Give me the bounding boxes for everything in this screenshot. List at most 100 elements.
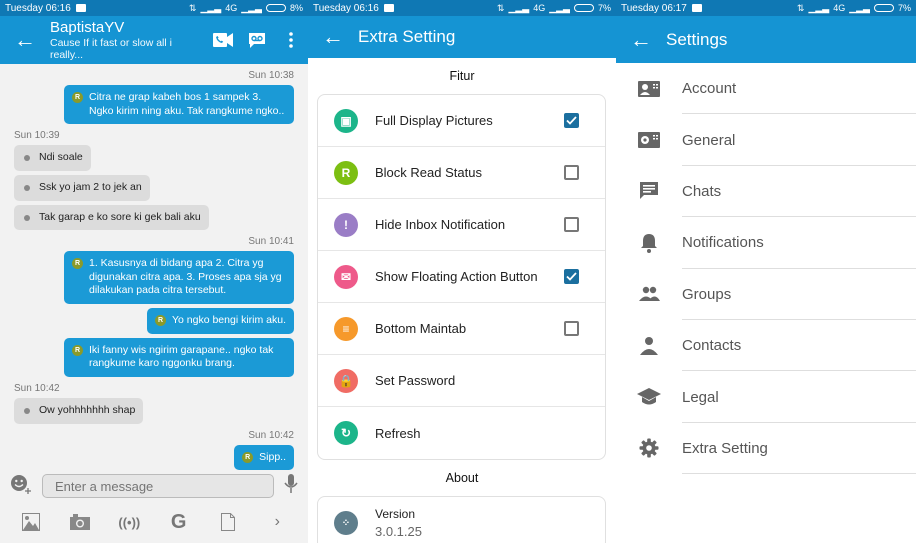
arrow-left-icon[interactable]: ← bbox=[308, 24, 358, 50]
google-icon[interactable]: G bbox=[167, 510, 191, 534]
emoji-add-icon[interactable] bbox=[10, 474, 32, 499]
message-notification-icon bbox=[383, 4, 394, 12]
camera-icon[interactable] bbox=[68, 510, 92, 534]
message-timestamp: Sun 10:42 bbox=[14, 383, 60, 395]
extra-setting-content: Fitur ▣ Full Display Pictures R Block Read … bbox=[308, 58, 616, 543]
setting-row-set-password[interactable]: 🔒 Set Password bbox=[318, 355, 605, 407]
message-text: Citra ne grap kabeh bos 1 sampek 3. Ngko… bbox=[89, 91, 285, 117]
outgoing-message[interactable]: R Iki fanny wis ngirim garapane.. ngko ta… bbox=[64, 337, 294, 378]
more-vert-icon[interactable] bbox=[274, 32, 308, 48]
legal-icon bbox=[616, 388, 682, 406]
incoming-message[interactable]: Ndi soale bbox=[14, 145, 91, 171]
settings-item-account[interactable]: Account bbox=[616, 63, 916, 115]
incoming-message[interactable]: Ow yohhhhhhh shap bbox=[14, 398, 144, 424]
checkbox[interactable] bbox=[564, 113, 579, 128]
checkbox[interactable] bbox=[564, 321, 579, 336]
contact-info[interactable]: BaptistaYV Cause If it fast or slow all … bbox=[50, 19, 206, 60]
data-transfer-icon: ⇅ bbox=[496, 2, 505, 13]
message-text: Ow yohhhhhhh shap bbox=[39, 404, 136, 417]
message-text: Yo ngko bengi kirim aku. bbox=[171, 314, 286, 327]
settings-item-groups[interactable]: Groups bbox=[616, 269, 916, 321]
setting-label: Block Read Status bbox=[375, 165, 482, 180]
setting-row-bottom-maintab[interactable]: ≡ Bottom Maintab bbox=[318, 303, 605, 355]
checkbox[interactable] bbox=[564, 217, 579, 232]
checkmark-icon bbox=[566, 116, 577, 125]
file-icon[interactable] bbox=[216, 510, 240, 534]
composer bbox=[0, 471, 308, 501]
status-time: Tuesday 06:16 bbox=[313, 2, 379, 14]
status-bar: Tuesday 06:17 ⇅ ▁▂▃ 4G ▁▂▃ 7% bbox=[616, 0, 916, 16]
lock-icon: 🔒 bbox=[334, 368, 358, 393]
message-timestamp: Sun 10:39 bbox=[14, 130, 60, 142]
setting-row-block-read-status[interactable]: R Block Read Status bbox=[318, 147, 605, 199]
settings-item-general[interactable]: General bbox=[616, 114, 916, 167]
delivered-dot-icon bbox=[24, 155, 30, 162]
outgoing-message[interactable]: R Citra ne grap kabeh bos 1 sampek 3. Ngk… bbox=[64, 85, 294, 125]
settings-item-label: Contacts bbox=[682, 337, 742, 355]
status-bar: Tuesday 06:16 ⇅ ▁▂▃ 4G ▁▂▃ 8% bbox=[0, 0, 308, 16]
message-text: Sipp.. bbox=[259, 450, 286, 463]
settings-item-label: Extra Setting bbox=[682, 439, 768, 457]
incoming-message[interactable]: Tak garap e ko sore ki gek bali aku bbox=[14, 204, 209, 231]
battery-icon bbox=[265, 4, 286, 12]
broadcast-icon[interactable]: ((•)) bbox=[117, 510, 141, 534]
version-row[interactable]: ⁘ Version 3.0.1.25 bbox=[318, 497, 605, 543]
voice-chat-icon[interactable] bbox=[240, 32, 274, 48]
microphone-icon[interactable] bbox=[284, 473, 298, 499]
setting-label: Set Password bbox=[375, 373, 456, 388]
status-time: Tuesday 06:16 bbox=[5, 2, 71, 14]
outgoing-message[interactable]: R 1. Kasusnya di bidang apa 2. Citra yg d… bbox=[64, 251, 294, 305]
arrow-left-icon[interactable]: ← bbox=[0, 27, 50, 53]
signal-icon: ▁▂▃ bbox=[808, 2, 830, 13]
page-title: Extra Setting bbox=[358, 27, 456, 46]
setting-row-show-floating-action-button[interactable]: ✉ Show Floating Action Button bbox=[318, 251, 605, 303]
read-receipt-icon: R bbox=[154, 315, 166, 327]
image-icon[interactable] bbox=[19, 510, 43, 534]
message-timestamp: Sun 10:41 bbox=[248, 236, 294, 248]
network-type: 4G bbox=[833, 3, 846, 13]
settings-item-legal[interactable]: Legal bbox=[616, 371, 916, 424]
incoming-message[interactable]: Ssk yo jam 2 to jek an bbox=[14, 174, 150, 201]
checkbox[interactable] bbox=[564, 269, 579, 284]
chat-icon bbox=[616, 181, 682, 201]
settings-item-label: Notifications bbox=[682, 234, 764, 252]
arrow-left-icon[interactable]: ← bbox=[616, 27, 666, 53]
checkmark-icon bbox=[566, 272, 577, 281]
message-input[interactable] bbox=[42, 474, 274, 498]
section-heading-about: About bbox=[445, 471, 479, 485]
outgoing-message[interactable]: R Yo ngko bengi kirim aku. bbox=[146, 308, 294, 334]
checkbox[interactable] bbox=[564, 165, 579, 180]
signal-icon: ▁▂▃ bbox=[549, 2, 570, 13]
about-card: ⁘ Version 3.0.1.25 bbox=[317, 496, 606, 543]
settings-header: ← Settings bbox=[616, 16, 916, 63]
message-text: 1. Kasusnya di bidang apa 2. Citra yg di… bbox=[89, 257, 282, 297]
network-type: 4G bbox=[225, 3, 238, 13]
settings-item-contacts[interactable]: Contacts bbox=[616, 320, 916, 372]
contact-status-message: Cause If it fast or slow all i really... bbox=[50, 36, 172, 61]
chat-header: ← BaptistaYV Cause If it fast or slow al… bbox=[0, 16, 308, 64]
settings-item-label: Account bbox=[682, 80, 737, 98]
video-call-icon[interactable] bbox=[206, 33, 240, 47]
refresh-icon: ↻ bbox=[334, 421, 358, 445]
version-label: Version bbox=[375, 507, 416, 521]
read-receipt-icon: R bbox=[72, 92, 83, 103]
setting-label: Show Floating Action Button bbox=[375, 269, 538, 284]
setting-row-hide-inbox-notification[interactable]: ! Hide Inbox Notification bbox=[318, 199, 605, 251]
settings-item-chats[interactable]: Chats bbox=[616, 166, 916, 218]
bell-icon bbox=[616, 233, 682, 253]
menu-icon: ≡ bbox=[334, 316, 358, 341]
setting-row-refresh[interactable]: ↻ Refresh bbox=[318, 407, 605, 459]
setting-row-full-display-pictures[interactable]: ▣ Full Display Pictures bbox=[318, 95, 605, 147]
extra-setting-screen: Tuesday 06:16 ⇅ ▁▂▃ 4G ▁▂▃ 7% ← Extra Se… bbox=[308, 0, 616, 543]
general-settings-icon bbox=[616, 132, 682, 149]
battery-level: 8% bbox=[289, 3, 303, 13]
settings-item-extra-setting[interactable]: Extra Setting bbox=[616, 423, 916, 475]
chevron-right-icon[interactable]: › bbox=[265, 510, 289, 534]
settings-list: Account General Chats Notifications Groups Co… bbox=[616, 63, 916, 475]
outgoing-message[interactable]: R Sipp.. bbox=[234, 444, 294, 471]
signal-icon: ▁▂▃ bbox=[508, 2, 530, 13]
message-list[interactable]: Sun 10:38 R Citra ne grap kabeh bos 1 samp… bbox=[0, 64, 308, 471]
settings-item-notifications[interactable]: Notifications bbox=[616, 217, 916, 269]
groups-icon bbox=[616, 286, 682, 302]
contact-name: BaptistaYV bbox=[50, 19, 125, 37]
